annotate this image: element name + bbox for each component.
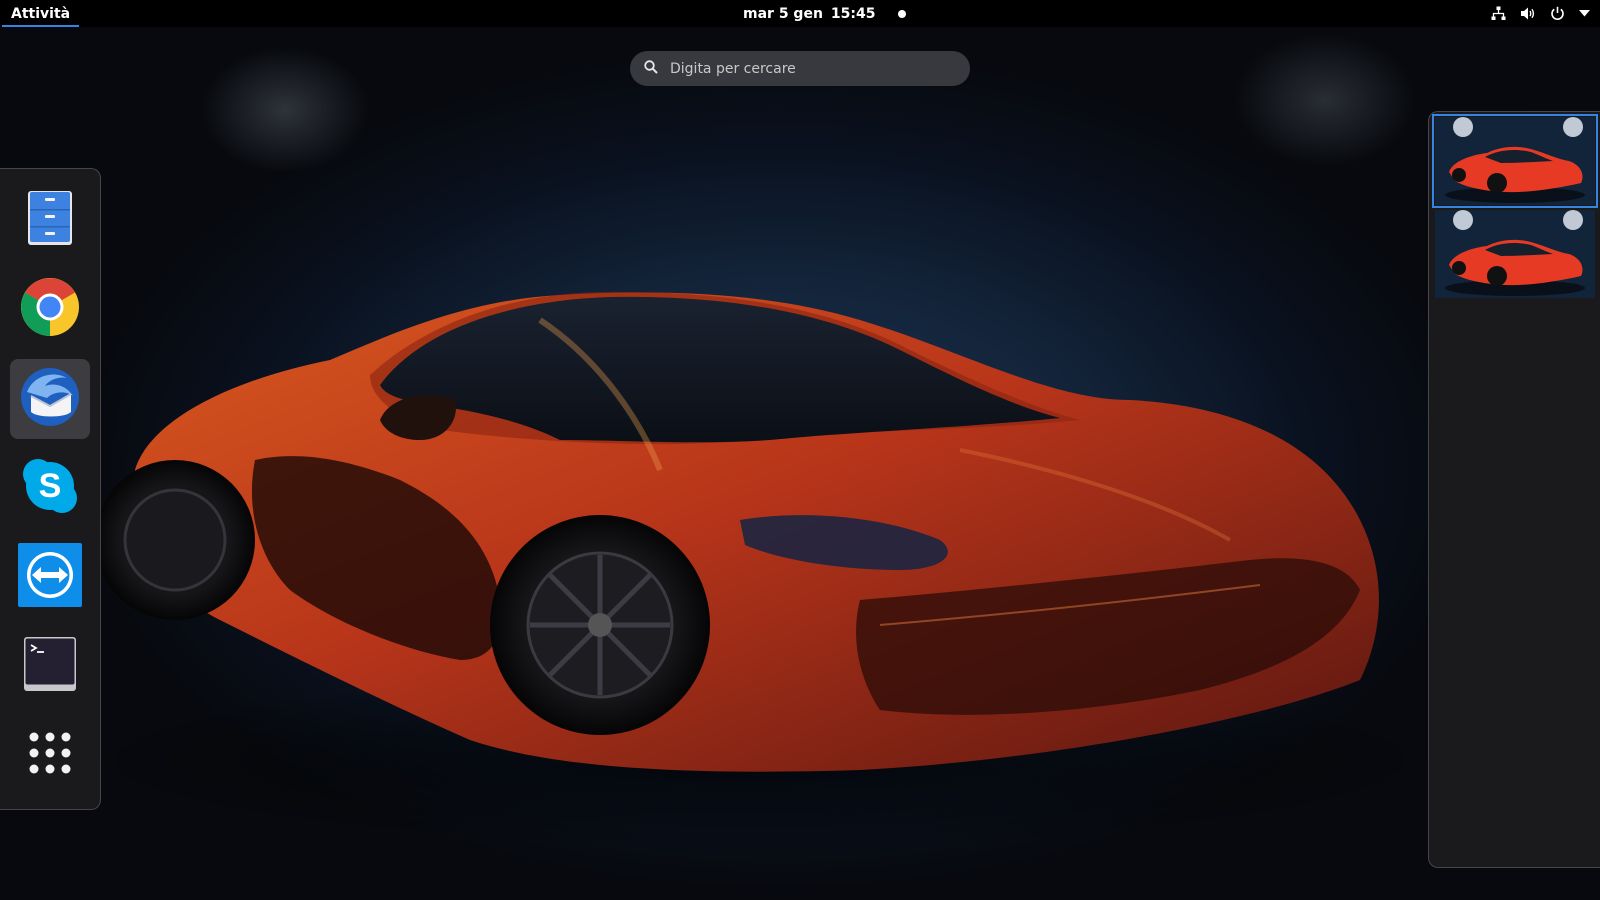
workspace-thumbnail-1[interactable]	[1432, 114, 1598, 208]
thunderbird-icon	[19, 366, 81, 432]
dash-item-skype[interactable]: S	[10, 448, 90, 528]
search-bar[interactable]	[630, 51, 970, 86]
clock-time: 15:45	[830, 5, 876, 22]
workspace-switcher	[1428, 111, 1600, 868]
file-cabinet-icon	[27, 190, 73, 250]
notification-dot-icon	[897, 9, 906, 18]
chrome-icon	[20, 277, 80, 341]
search-input[interactable]	[670, 60, 970, 77]
desktop-wallpaper	[0, 0, 1600, 900]
activities-label: Attività	[11, 5, 71, 22]
activities-button[interactable]: Attività	[0, 0, 81, 27]
svg-text:S: S	[39, 467, 62, 505]
search-icon	[644, 59, 658, 78]
top-bar: Attività mar 5 gen 15:45	[0, 0, 1600, 27]
dash-item-chrome[interactable]	[10, 269, 90, 349]
dash-item-teamviewer[interactable]	[10, 537, 90, 617]
dash-item-thunderbird[interactable]	[10, 359, 90, 439]
clock-date: mar 5 gen	[743, 5, 823, 22]
system-tray[interactable]	[1491, 0, 1590, 27]
volume-icon	[1520, 6, 1536, 21]
show-applications-button[interactable]	[10, 715, 90, 795]
dash-item-terminal[interactable]	[10, 626, 90, 706]
skype-icon: S	[21, 457, 79, 519]
app-grid-icon	[28, 731, 72, 779]
clock-button[interactable]: mar 5 gen 15:45	[743, 0, 906, 27]
sports-car-illustration	[60, 291, 1460, 850]
network-icon	[1491, 6, 1506, 21]
desktop-overview: Attività mar 5 gen 15:45 Digita per cerc…	[0, 0, 1600, 900]
power-icon	[1550, 6, 1565, 21]
system-menu-arrow-icon	[1579, 10, 1590, 17]
workspace-thumbnail-2[interactable]	[1435, 210, 1595, 298]
teamviewer-icon	[18, 543, 82, 611]
terminal-icon	[24, 637, 76, 695]
dash-item-files[interactable]	[10, 180, 90, 260]
dash: S	[0, 168, 101, 810]
